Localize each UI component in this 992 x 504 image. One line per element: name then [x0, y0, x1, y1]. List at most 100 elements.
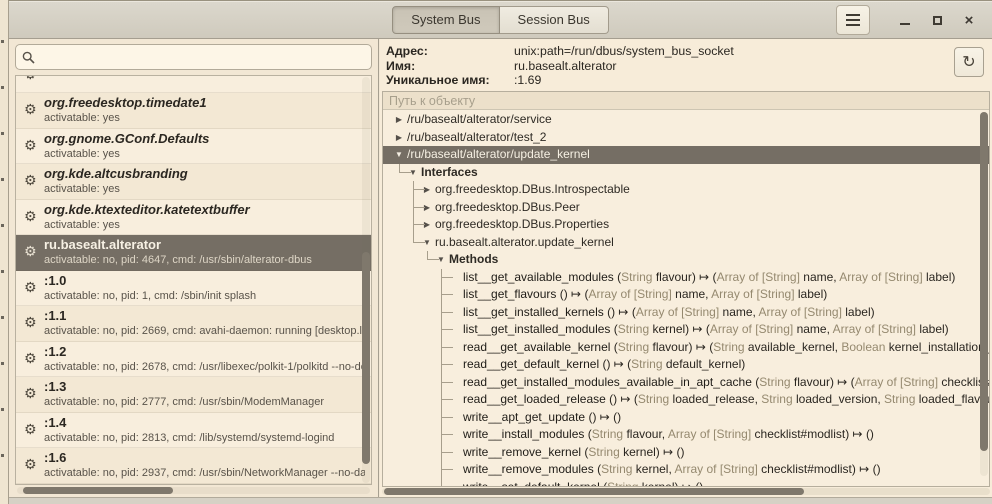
- bus-name-list-item[interactable]: ⚙ru.basealt.alteratoractivatable: no, pi…: [16, 235, 371, 271]
- tree-row-method[interactable]: list__get_available_modules (String flav…: [383, 269, 989, 287]
- gear-icon: ⚙: [24, 102, 37, 116]
- bus-name-detail: activatable: yes: [44, 218, 365, 233]
- sidebar-vertical-scrollbar[interactable]: [362, 77, 370, 483]
- titlebar[interactable]: System Bus Session Bus ×: [9, 1, 992, 39]
- tree-row-method[interactable]: list__get_installed_modules (String kern…: [383, 321, 989, 339]
- bus-name-detail: activatable: yes: [44, 182, 365, 197]
- tree-guide-line: [441, 452, 453, 453]
- sidebar-horizontal-scrollbar[interactable]: [17, 487, 370, 494]
- expander-closed-icon[interactable]: ▶: [391, 129, 407, 146]
- object-path-tree: ▶/ru/basealt/alterator/service▶/ru/basea…: [383, 111, 989, 486]
- search-input[interactable]: [40, 49, 365, 66]
- bus-name-list-item[interactable]: ⚙:1.8: [16, 484, 371, 486]
- screen: System Bus Session Bus × ⚙activa: [0, 0, 992, 504]
- scrollbar-thumb[interactable]: [23, 487, 173, 494]
- tree-guide-line: [413, 207, 425, 208]
- bus-name-list-item[interactable]: ⚙org.kde.altcusbrandingactivatable: yes: [16, 164, 371, 200]
- bus-name-list: ⚙activatable: yes, pid: 1, cmd: /sbin/in…: [15, 75, 372, 485]
- tree-row[interactable]: ▶org.freedesktop.DBus.Introspectable: [383, 181, 989, 199]
- tree-row-method[interactable]: write__install_modules (String flavour, …: [383, 426, 989, 444]
- bus-name-detail: activatable: no, pid: 2669, cmd: avahi-d…: [44, 324, 365, 339]
- tree-row-label: write__set_default_kernel (String kernel…: [463, 480, 703, 487]
- tree-row-label: Methods: [449, 252, 498, 266]
- tree-row-label: org.freedesktop.DBus.Peer: [435, 200, 580, 214]
- tree-guide-line: [441, 277, 453, 278]
- close-button[interactable]: ×: [956, 6, 982, 34]
- tree-vertical-scrollbar[interactable]: [980, 112, 988, 476]
- bus-name-detail: activatable: no, pid: 2813, cmd: /lib/sy…: [44, 431, 365, 446]
- bus-name-detail: activatable: yes: [44, 147, 365, 162]
- tree-row-method[interactable]: read__get_default_kernel () ↦ (String de…: [383, 356, 989, 374]
- bus-name-list-item[interactable]: ⚙org.gnome.GConf.Defaultsactivatable: ye…: [16, 129, 371, 165]
- bus-name-list-item[interactable]: ⚙:1.6activatable: no, pid: 2937, cmd: /u…: [16, 448, 371, 484]
- tree-horizontal-scrollbar[interactable]: [382, 488, 990, 495]
- tree-row-method[interactable]: write__remove_kernel (String kernel) ↦ (…: [383, 444, 989, 462]
- bus-name-list-item[interactable]: ⚙:1.3activatable: no, pid: 2777, cmd: /u…: [16, 377, 371, 413]
- tree-row-label: list__get_installed_kernels () ↦ (Array …: [463, 305, 875, 319]
- tree-row[interactable]: ▼Interfaces: [383, 164, 989, 182]
- object-path-column-header[interactable]: Путь к объекту: [383, 92, 989, 110]
- tree-guide-line: [441, 417, 453, 418]
- tree-row[interactable]: ▼Methods: [383, 251, 989, 269]
- gear-icon: ⚙: [24, 209, 37, 223]
- bus-name-list-item[interactable]: ⚙:1.2activatable: no, pid: 2678, cmd: /u…: [16, 342, 371, 378]
- bus-name: org.gnome.GConf.Defaults: [44, 130, 365, 147]
- bus-name-list-item[interactable]: ⚙:1.1activatable: no, pid: 2669, cmd: av…: [16, 306, 371, 342]
- tree-row-label: read__get_default_kernel () ↦ (String de…: [463, 357, 745, 371]
- tree-row-method[interactable]: list__get_flavours () ↦ (Array of [Strin…: [383, 286, 989, 304]
- tree-row-method[interactable]: list__get_installed_kernels () ↦ (Array …: [383, 304, 989, 322]
- tree-guide-line: [441, 399, 453, 400]
- tree-row-method[interactable]: read__get_loaded_release () ↦ (String lo…: [383, 391, 989, 409]
- tree-row[interactable]: ▶org.freedesktop.DBus.Properties: [383, 216, 989, 234]
- minimize-button[interactable]: [892, 6, 918, 34]
- dfeet-window: System Bus Session Bus × ⚙activa: [8, 0, 992, 504]
- refresh-button[interactable]: ↻: [954, 47, 984, 77]
- address-row: Адрес: unix:path=/run/dbus/system_bus_so…: [386, 44, 944, 59]
- window-bottom-edge: [9, 497, 992, 504]
- scrollbar-thumb[interactable]: [362, 252, 370, 464]
- tab-system-bus[interactable]: System Bus: [392, 6, 499, 34]
- tree-row-method[interactable]: read__get_installed_modules_available_in…: [383, 374, 989, 392]
- bus-name-list-item[interactable]: ⚙:1.0activatable: no, pid: 1, cmd: /sbin…: [16, 271, 371, 307]
- tree-row[interactable]: ▶org.freedesktop.DBus.Peer: [383, 199, 989, 217]
- tree-guide-line: [441, 294, 453, 295]
- gear-icon: ⚙: [24, 457, 37, 471]
- tree-row-method[interactable]: write__remove_modules (String kernel, Ar…: [383, 461, 989, 479]
- maximize-button[interactable]: [924, 6, 950, 34]
- tree-row-label: read__get_loaded_release () ↦ (String lo…: [463, 392, 989, 406]
- gear-icon: ⚙: [24, 244, 37, 258]
- name-label: Имя:: [386, 59, 514, 74]
- bus-name-list-item[interactable]: ⚙activatable: yes, pid: 1, cmd: /sbin/in…: [16, 75, 371, 93]
- tree-row[interactable]: ▼ru.basealt.alterator.update_kernel: [383, 234, 989, 252]
- bus-name-list-item[interactable]: ⚙org.kde.ktexteditor.katetextbufferactiv…: [16, 200, 371, 236]
- tree-row-method[interactable]: read__get_available_kernel (String flavo…: [383, 339, 989, 357]
- bus-name-detail: activatable: no, pid: 2937, cmd: /usr/sb…: [44, 466, 365, 481]
- menu-button[interactable]: [836, 5, 870, 35]
- tree-row[interactable]: ▶/ru/basealt/alterator/test_2: [383, 129, 989, 147]
- scrollbar-thumb[interactable]: [980, 112, 988, 451]
- search-box[interactable]: [15, 44, 372, 70]
- tree-row-label: ru.basealt.alterator.update_kernel: [435, 235, 614, 249]
- tab-session-bus[interactable]: Session Bus: [500, 6, 609, 34]
- bus-name: ru.basealt.alterator: [44, 236, 365, 253]
- bus-name-detail: activatable: no, pid: 1, cmd: /sbin/init…: [44, 289, 365, 304]
- tree-row[interactable]: ▼/ru/basealt/alterator/update_kernel: [383, 146, 989, 164]
- bus-name-list-item[interactable]: ⚙org.freedesktop.timedate1activatable: y…: [16, 93, 371, 129]
- tree-guide-line: [413, 189, 425, 190]
- tree-guide-line: [441, 312, 453, 313]
- expander-closed-icon[interactable]: ▶: [391, 111, 407, 128]
- bus-name: :1.8: [44, 485, 365, 486]
- bus-name: :1.1: [44, 307, 365, 324]
- tree-row[interactable]: ▶/ru/basealt/alterator/service: [383, 111, 989, 129]
- tree-guide-line: [441, 347, 453, 348]
- tree-row-label: org.freedesktop.DBus.Introspectable: [435, 182, 630, 196]
- scrollbar-thumb[interactable]: [384, 488, 804, 495]
- expander-open-icon[interactable]: ▼: [391, 146, 407, 163]
- bus-name-list-item[interactable]: ⚙:1.4activatable: no, pid: 2813, cmd: /l…: [16, 413, 371, 449]
- tree-row-label: /ru/basealt/alterator/update_kernel: [407, 147, 590, 161]
- unique-name-value: :1.69: [514, 73, 541, 88]
- tree-guide-line: [413, 242, 425, 243]
- bus-name: org.freedesktop.timedate1: [44, 94, 365, 111]
- tree-row-method[interactable]: write__set_default_kernel (String kernel…: [383, 479, 989, 487]
- tree-row-method[interactable]: write__apt_get_update () ↦ (): [383, 409, 989, 427]
